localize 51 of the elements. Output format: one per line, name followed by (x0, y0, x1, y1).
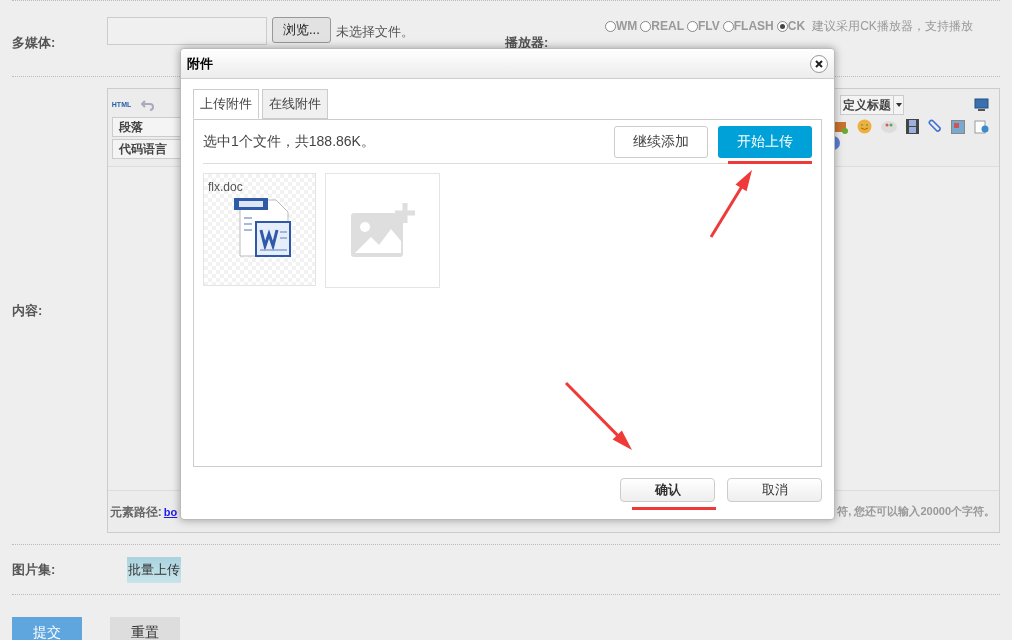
add-picture-tile[interactable] (325, 173, 440, 288)
palette-icon[interactable] (881, 119, 897, 134)
batch-upload-button[interactable]: 批量上传 (127, 556, 181, 583)
radio-label: FLV (698, 18, 720, 35)
field-label: 播放器: (505, 35, 549, 50)
file-thumbnail[interactable]: flx.doc (203, 173, 316, 286)
heading-select[interactable]: 定义标题 (840, 95, 904, 115)
file-input[interactable] (107, 17, 267, 45)
radio-label: REAL (651, 18, 684, 35)
format-select[interactable]: 段落 (111, 117, 182, 137)
field-label: 内容: (12, 303, 43, 318)
player-hint: 建议采用CK播放器，支持播放 (812, 18, 973, 35)
add-picture-icon (350, 202, 415, 259)
file-status: 未选择文件。 (335, 23, 414, 41)
web-page-icon[interactable] (974, 119, 989, 134)
reset-button[interactable]: 重置 (110, 617, 180, 640)
film-icon[interactable] (906, 119, 919, 134)
smiley-icon[interactable] (857, 119, 872, 134)
radio-label: CK (787, 18, 806, 35)
browse-button[interactable]: 浏览... (272, 17, 331, 43)
element-path-label: 元素路径: (109, 503, 162, 521)
field-label: 图片集: (12, 561, 56, 577)
radio-label: WM (616, 18, 638, 35)
field-label: 多媒体: (12, 35, 56, 50)
caret-icon (895, 103, 902, 107)
confirm-button[interactable]: 确认 (620, 478, 715, 502)
radio-button[interactable] (776, 20, 788, 32)
close-icon (815, 59, 823, 68)
radio-button[interactable] (640, 20, 652, 32)
annotation-arrow (564, 381, 632, 450)
image-icon[interactable] (834, 119, 848, 134)
paperclip-icon[interactable] (928, 119, 942, 134)
dialog-tab[interactable]: 在线附件 (262, 89, 328, 119)
format-select[interactable]: 代码语言 (111, 139, 182, 159)
monitor-icon[interactable] (974, 98, 989, 112)
radio-label: FLASH (733, 18, 774, 35)
selection-summary: 选中1个文件，共188.86K。 (203, 132, 375, 151)
close-button[interactable] (810, 54, 828, 73)
dialog-title: 附件 (187, 54, 213, 73)
cancel-button[interactable]: 取消 (727, 478, 822, 502)
annotation-arrow (709, 170, 752, 238)
character-count: 符, 您还可以输入20000个字符。 (837, 504, 995, 520)
undo-icon[interactable] (141, 98, 156, 112)
dialog-tab[interactable]: 上传附件 (193, 89, 259, 119)
radio-button[interactable] (722, 20, 734, 32)
map-icon[interactable] (951, 119, 965, 134)
radio-button[interactable] (687, 20, 698, 32)
file-name: flx.doc (208, 180, 244, 194)
radio-button[interactable] (605, 20, 616, 32)
add-more-button[interactable]: 继续添加 (614, 125, 708, 158)
element-path-link[interactable]: bo (163, 503, 178, 520)
